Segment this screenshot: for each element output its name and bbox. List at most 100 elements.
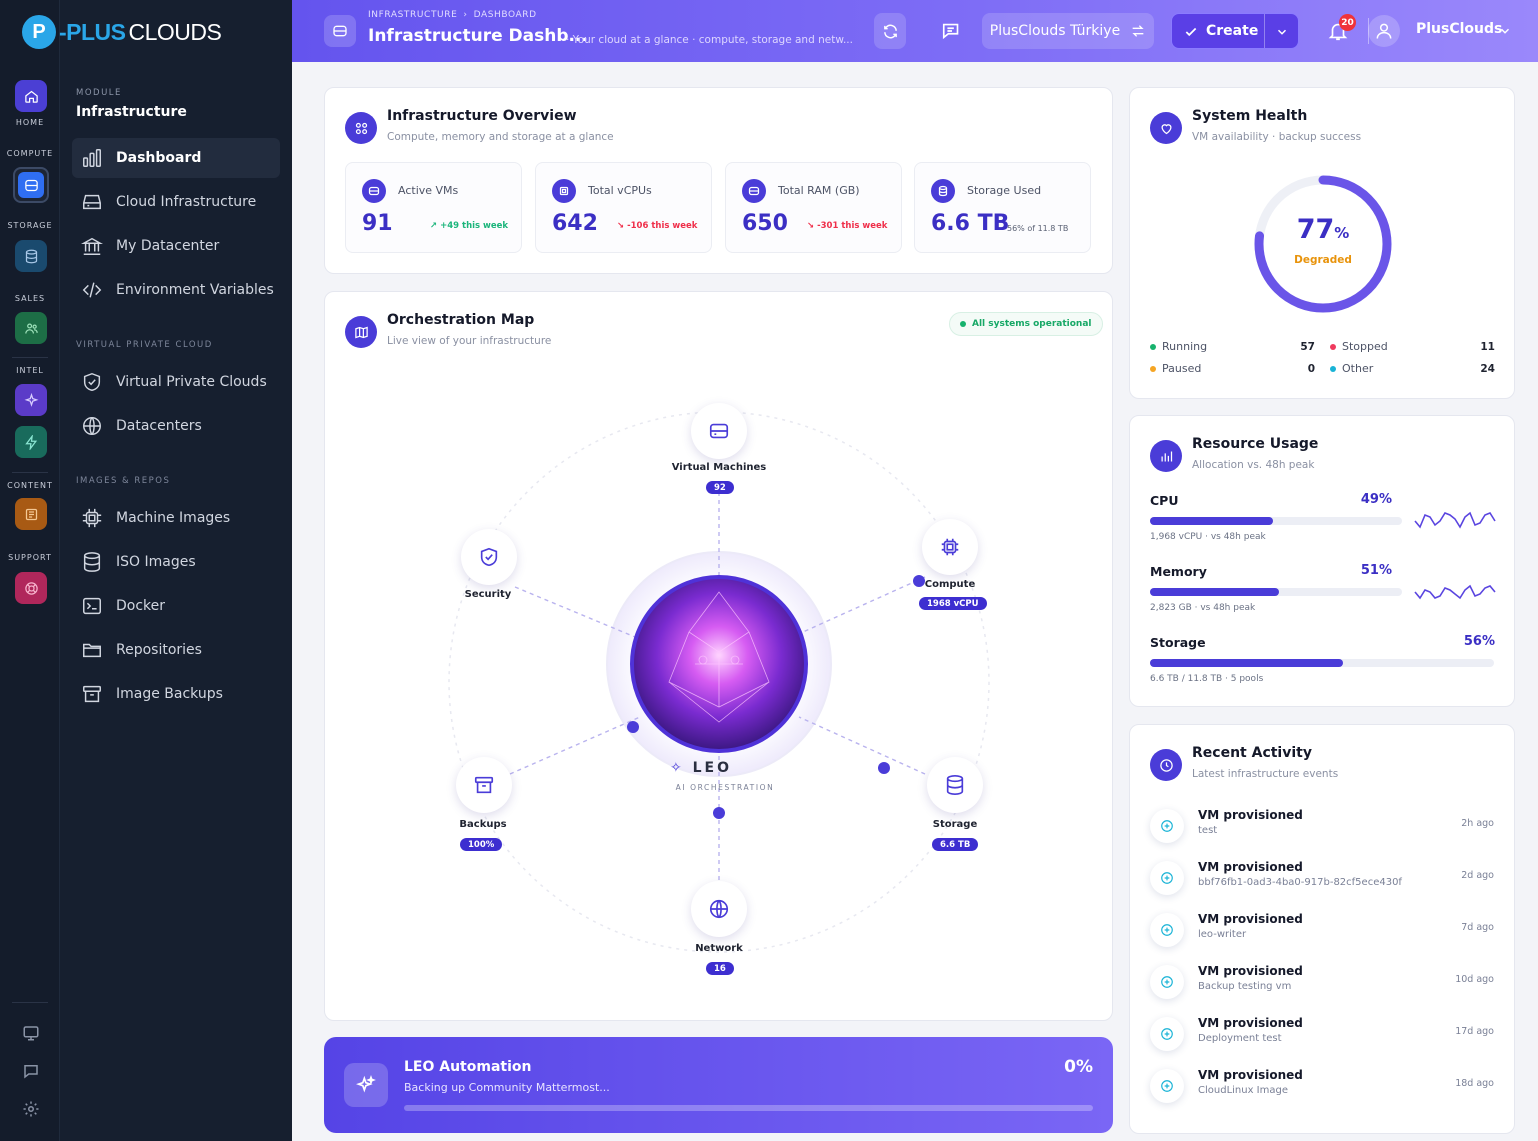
user-avatar[interactable]	[1368, 15, 1400, 47]
sidebar-item-label: ISO Images	[116, 554, 196, 570]
stat-label: Storage Used	[967, 184, 1042, 197]
activity-item-title[interactable]: VM provisioned	[1198, 912, 1303, 926]
sidebar: MODULE Infrastructure Dashboard Cloud In…	[60, 0, 292, 1141]
rail-support-button[interactable]	[15, 572, 47, 604]
sparkle-icon	[24, 392, 38, 407]
leo-automation-banner[interactable]: LEO Automation Backing up Community Matt…	[324, 1037, 1113, 1133]
activity-item-title[interactable]: VM provisioned	[1198, 808, 1303, 822]
clock-icon	[1150, 749, 1182, 781]
archive-icon	[474, 776, 494, 794]
sidebar-item-my-datacenter[interactable]: My Datacenter	[72, 226, 280, 266]
plus-circle-icon	[1150, 913, 1184, 947]
legend-label: Paused	[1162, 362, 1202, 375]
sidebar-item-repositories[interactable]: Repositories	[72, 630, 280, 670]
stat-total-ram[interactable]: Total RAM (GB) 650 ↘ -301 this week	[725, 162, 902, 253]
notification-badge: 20	[1339, 14, 1356, 31]
home-icon	[24, 90, 38, 103]
resource-caption: 2,823 GB · vs 48h peak	[1150, 603, 1256, 613]
activity-item-subtitle: bbf76fb1-0ad3-4ba0-917b-82cf5ece430f	[1198, 877, 1402, 888]
logo-mark: P	[22, 15, 56, 49]
node-badge: 92	[706, 481, 734, 494]
rail-home-button[interactable]	[15, 80, 47, 112]
node-badge: 100%	[460, 838, 503, 851]
breadcrumb-item[interactable]: DASHBOARD	[474, 10, 537, 20]
settings-gear-icon[interactable]	[22, 1100, 40, 1118]
sidebar-item-docker[interactable]: Docker	[72, 586, 280, 626]
legend-stopped: Stopped	[1330, 340, 1388, 353]
stat-delta: ↘ -106 this week	[617, 221, 697, 231]
chevron-down-icon[interactable]	[1275, 25, 1289, 39]
node-virtual-machines[interactable]	[691, 403, 747, 459]
node-label: Security	[464, 589, 512, 600]
archive-icon	[83, 685, 101, 703]
breadcrumb-item[interactable]: INFRASTRUCTURE	[368, 10, 457, 20]
refresh-button[interactable]	[874, 13, 906, 49]
node-badge: 1968 vCPU	[919, 597, 987, 610]
node-label: Virtual Machines	[671, 462, 767, 473]
cpu-bar-fill	[1150, 517, 1274, 525]
sidebar-item-image-backups[interactable]: Image Backups	[72, 674, 280, 714]
sidebar-item-iso-images[interactable]: ISO Images	[72, 542, 280, 582]
trend-down-icon: ↘	[617, 221, 628, 231]
activity-item-title[interactable]: VM provisioned	[1198, 964, 1303, 978]
resource-percent: 49%	[1360, 492, 1392, 507]
activity-item-title[interactable]: VM provisioned	[1198, 1068, 1303, 1082]
sidebar-item-machine-images[interactable]: Machine Images	[72, 498, 280, 538]
server-icon	[362, 179, 386, 203]
sparkles-icon	[344, 1063, 388, 1107]
activity-subtitle: Latest infrastructure events	[1192, 768, 1339, 780]
sidebar-item-cloud-infrastructure[interactable]: Cloud Infrastructure	[72, 182, 280, 222]
legend-label: Running	[1162, 340, 1208, 353]
resource-label: Memory	[1150, 564, 1207, 579]
server-icon	[24, 179, 38, 191]
memory-sparkline	[1414, 584, 1496, 600]
sidebar-item-environment-variables[interactable]: Environment Variables	[72, 270, 280, 310]
legend-value: 11	[1480, 341, 1495, 353]
tenant-switcher[interactable]: PlusClouds Türkiye	[982, 13, 1154, 49]
rail-label-storage: STORAGE	[7, 221, 53, 230]
rail-storage-button[interactable]	[15, 240, 47, 272]
node-security[interactable]	[461, 529, 517, 585]
bank-icon	[81, 237, 103, 255]
activity-item-title[interactable]: VM provisioned	[1198, 1016, 1303, 1030]
server-icon	[333, 25, 347, 37]
node-storage[interactable]	[927, 757, 983, 813]
node-compute[interactable]	[922, 519, 978, 575]
stat-storage-used[interactable]: Storage Used 6.6 TB 56% of 11.8 TB	[914, 162, 1091, 253]
chevron-down-icon[interactable]	[1498, 24, 1512, 38]
chip-icon	[82, 508, 102, 528]
rail-ai-button[interactable]	[15, 384, 47, 416]
rail-sales-button[interactable]	[15, 312, 47, 344]
sidebar-item-virtual-private-clouds[interactable]: Virtual Private Clouds	[72, 362, 280, 402]
legend-label: Other	[1342, 362, 1374, 375]
rail-compute-button[interactable]	[13, 167, 49, 203]
activity-item-subtitle: test	[1198, 825, 1218, 836]
node-backups[interactable]	[456, 757, 512, 813]
plusclouds-logo[interactable]: P -PLUS CLOUDS	[22, 14, 262, 50]
heart-icon	[1150, 112, 1182, 144]
chat-icon[interactable]	[22, 1062, 40, 1080]
create-button[interactable]: Create	[1171, 13, 1299, 49]
user-name[interactable]: PlusClouds	[1416, 21, 1502, 37]
node-network[interactable]	[691, 881, 747, 937]
rail-automation-button[interactable]	[15, 426, 47, 458]
automation-title: LEO Automation	[404, 1059, 532, 1075]
sidebar-item-datacenters[interactable]: Datacenters	[72, 406, 280, 446]
chip-icon	[941, 538, 959, 556]
rail-label-content: CONTENT	[7, 481, 53, 490]
server-icon	[83, 194, 101, 210]
plus-circle-icon	[1150, 1017, 1184, 1051]
stat-active-vms[interactable]: Active VMs 91 ↗ +49 this week	[345, 162, 522, 253]
display-icon[interactable]	[22, 1024, 40, 1042]
messages-button[interactable]	[936, 13, 968, 49]
resource-caption: 1,968 vCPU · vs 48h peak	[1150, 532, 1266, 542]
activity-item-title[interactable]: VM provisioned	[1198, 860, 1303, 874]
sidebar-item-dashboard[interactable]: Dashboard	[72, 138, 280, 178]
folder-icon	[83, 643, 101, 658]
node-label: Network	[695, 943, 743, 954]
page-title: Infrastructure Dashb...	[368, 26, 588, 46]
resource-subtitle: Allocation vs. 48h peak	[1192, 459, 1315, 471]
stat-delta-text: -301 this week	[817, 221, 888, 231]
rail-content-button[interactable]	[15, 498, 47, 530]
stat-total-vcpus[interactable]: Total vCPUs 642 ↘ -106 this week	[535, 162, 712, 253]
